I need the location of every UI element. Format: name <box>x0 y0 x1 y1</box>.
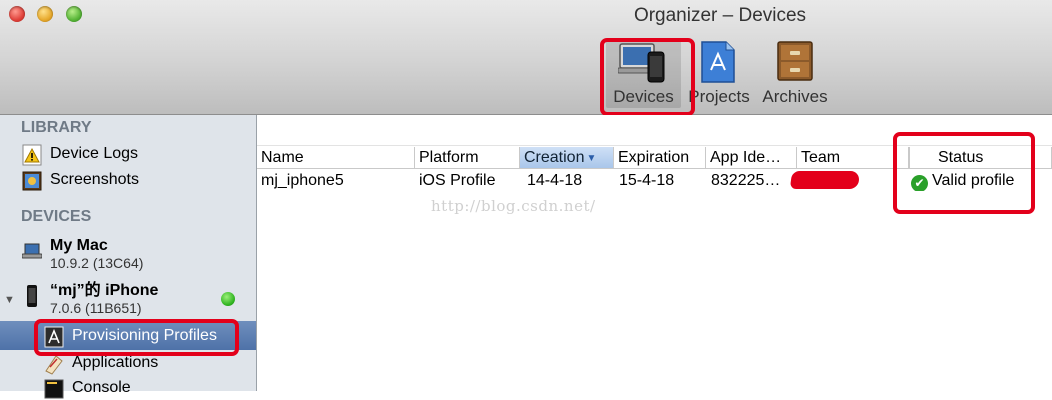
status-text: Valid profile <box>932 172 1015 189</box>
sidebar-item-label: My Mac <box>50 237 108 254</box>
sidebar-item-subtitle: 10.9.2 (13C64) <box>50 255 144 271</box>
team-redaction-mark <box>789 171 861 189</box>
applications-icon <box>45 355 63 375</box>
minimize-window-button[interactable] <box>37 6 53 22</box>
sidebar-item-label: Provisioning Profiles <box>72 327 217 344</box>
sidebar-item-label: “mj”的 iPhone <box>50 282 159 299</box>
window-toolbar: Organizer – Devices Devices Projects Arc… <box>0 0 1052 115</box>
column-header-name[interactable]: Name <box>257 147 415 168</box>
sidebar-item-device-logs[interactable]: Device Logs <box>22 144 138 166</box>
iphone-icon <box>27 285 37 307</box>
toolbar-archives-label: Archives <box>762 87 828 106</box>
cell-creation: 14-4-18 <box>527 172 583 189</box>
column-header-team[interactable]: Team <box>797 147 909 168</box>
column-header-status[interactable]: Status <box>909 147 1052 168</box>
column-header-app-id[interactable]: App Ide… <box>706 147 797 168</box>
column-header-label: Creation <box>524 149 585 166</box>
cell-platform: iOS Profile <box>419 172 496 189</box>
toolbar-projects-label: Projects <box>688 87 750 106</box>
watermark-text: http://blog.csdn.net/ <box>431 197 596 215</box>
laptop-icon <box>22 243 42 259</box>
close-window-button[interactable] <box>9 6 25 22</box>
cell-app-id: 832225… <box>711 172 781 189</box>
sidebar-item-label: Screenshots <box>50 171 139 188</box>
sidebar-item-my-mac[interactable]: My Mac 10.9.2 (13C64) <box>22 236 143 271</box>
devices-section-header: DEVICES <box>21 208 92 225</box>
profiles-table: Name Platform Creation ▼ Expiration App I… <box>257 115 1052 391</box>
provisioning-icon <box>44 326 64 348</box>
toolbar-projects-button[interactable]: Projects <box>684 40 754 108</box>
sidebar-item-label: Device Logs <box>50 145 139 162</box>
sidebar: LIBRARY Device Logs Screenshots DEVICES … <box>0 115 257 399</box>
library-section-header: LIBRARY <box>21 119 92 136</box>
cell-expiration: 15-4-18 <box>619 172 675 189</box>
valid-check-icon: ✔ <box>911 175 928 191</box>
sidebar-item-applications[interactable]: Applications <box>44 353 158 375</box>
warning-log-icon <box>22 144 42 166</box>
toolbar-devices-button[interactable]: Devices <box>606 40 681 108</box>
devices-icon <box>618 43 665 83</box>
column-header-expiration[interactable]: Expiration <box>614 147 706 168</box>
archives-icon <box>777 41 813 81</box>
console-icon <box>44 379 64 399</box>
sidebar-item-iphone[interactable]: “mj”的 iPhone 7.0.6 (11B651) <box>22 281 158 316</box>
toolbar-devices-label: Devices <box>613 87 674 106</box>
column-header-platform[interactable]: Platform <box>415 147 520 168</box>
table-header: Name Platform Creation ▼ Expiration App I… <box>257 145 1052 169</box>
connected-status-icon <box>221 292 235 306</box>
screenshot-icon <box>22 171 42 191</box>
cell-status: ✔ Valid profile <box>907 171 1051 191</box>
disclosure-triangle-icon[interactable]: ▼ <box>4 294 15 306</box>
toolbar-archives-button[interactable]: Archives <box>758 40 832 108</box>
sidebar-item-label: Applications <box>72 354 159 371</box>
sidebar-item-label: Console <box>72 379 131 396</box>
window-title: Organizer – Devices <box>633 5 807 26</box>
column-header-creation[interactable]: Creation ▼ <box>520 147 614 168</box>
sidebar-item-screenshots[interactable]: Screenshots <box>22 170 139 192</box>
sidebar-item-console[interactable]: Console <box>44 378 131 400</box>
projects-icon <box>701 41 735 83</box>
sidebar-item-subtitle: 7.0.6 (11B651) <box>50 300 142 316</box>
sidebar-item-provisioning-profiles[interactable]: Provisioning Profiles <box>44 326 217 348</box>
zoom-window-button[interactable] <box>66 6 82 22</box>
cell-name: mj_iphone5 <box>261 172 344 189</box>
sort-descending-icon: ▼ <box>586 153 597 164</box>
